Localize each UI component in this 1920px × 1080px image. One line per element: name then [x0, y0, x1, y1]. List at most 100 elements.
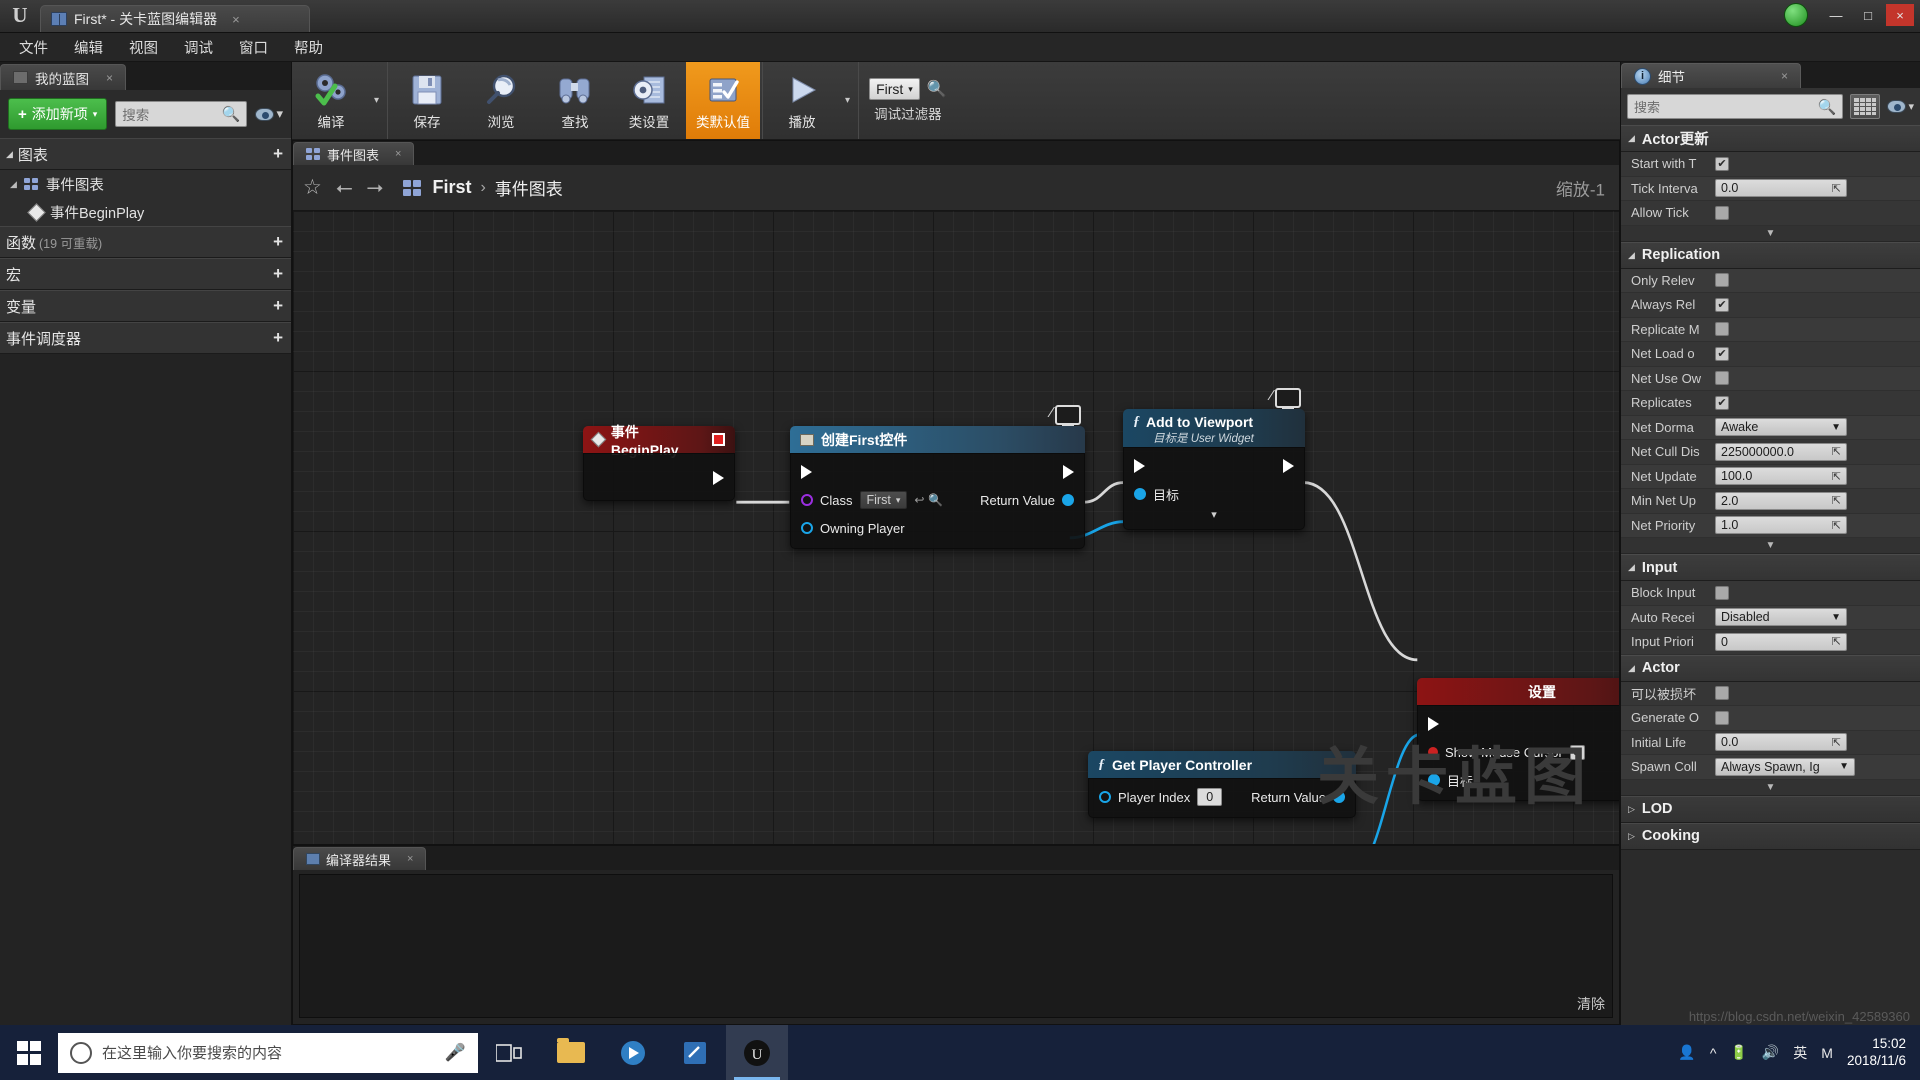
window-close-button[interactable]: ×: [1886, 4, 1914, 26]
menu-item-view[interactable]: 视图: [116, 33, 171, 62]
property-net-use-owner-relevancy[interactable]: Net Use Ow: [1621, 366, 1920, 391]
property-start-with-tick[interactable]: Start with T ✔: [1621, 152, 1920, 177]
checkbox[interactable]: [1715, 322, 1729, 337]
add-macro-button[interactable]: +: [273, 264, 283, 284]
tree-item-event-graph[interactable]: ◢ 事件图表: [0, 170, 291, 198]
spinner-icon[interactable]: ⇱: [1832, 445, 1841, 458]
browse-icon[interactable]: 🔍: [928, 493, 943, 507]
checkbox[interactable]: [1715, 710, 1729, 725]
breadcrumb-root[interactable]: First: [432, 177, 471, 198]
clear-results-button[interactable]: 清除: [1577, 994, 1605, 1014]
property-net-dormancy[interactable]: Net Dorma Awake ▼: [1621, 415, 1920, 440]
number-input[interactable]: 0.0 ⇱: [1715, 733, 1847, 752]
breadcrumb-current[interactable]: 事件图表: [495, 175, 563, 200]
class-settings-button[interactable]: 类设置: [612, 62, 686, 139]
class-pin-icon[interactable]: [801, 494, 813, 506]
checkbox[interactable]: ✔: [1715, 395, 1729, 410]
close-icon[interactable]: ×: [407, 853, 413, 865]
return-value-pin-icon[interactable]: [1062, 494, 1074, 506]
volume-icon[interactable]: 🔊: [1762, 1044, 1779, 1061]
property-replicate-movement[interactable]: Replicate M: [1621, 317, 1920, 342]
property-input-priority[interactable]: Input Priori 0 ⇱: [1621, 630, 1920, 655]
property-net-cull-distance[interactable]: Net Cull Dis 225000000.0 ⇱: [1621, 440, 1920, 465]
player-index-pin-icon[interactable]: [1099, 791, 1111, 803]
ime-icon[interactable]: 英: [1793, 1043, 1807, 1063]
minimize-button[interactable]: —: [1822, 4, 1850, 26]
node-create-first-widget[interactable]: ⁄ 创建First控件 Class First ▾ ↩ 🔍 Return Val…: [790, 404, 1085, 549]
play-button[interactable]: 播放: [765, 62, 839, 139]
menu-item-window[interactable]: 窗口: [226, 33, 281, 62]
spinner-icon[interactable]: ⇱: [1832, 519, 1841, 532]
class-defaults-button[interactable]: 类默认值: [686, 62, 761, 139]
pin-row-class[interactable]: Class First ▾ ↩ 🔍 Return Value: [791, 488, 1084, 512]
clock[interactable]: 15:02 2018/11/6: [1847, 1036, 1906, 1070]
my-blueprint-search-input[interactable]: 搜索 🔍: [115, 101, 248, 127]
tree-section-graphs[interactable]: ◢ 图表 +: [0, 138, 291, 170]
category-actor[interactable]: ◢ Actor: [1621, 654, 1920, 682]
monitor-icon[interactable]: [1055, 405, 1081, 425]
select-input[interactable]: Disabled ▼: [1715, 608, 1847, 627]
property-min-net-update-frequency[interactable]: Min Net Up 2.0 ⇱: [1621, 489, 1920, 514]
add-graph-button[interactable]: +: [273, 144, 283, 164]
details-search-input[interactable]: 搜索 🔍: [1627, 94, 1844, 119]
number-input[interactable]: 2.0 ⇱: [1715, 491, 1847, 510]
media-player-icon[interactable]: [602, 1025, 664, 1080]
tab-compiler-results[interactable]: 编译器结果 ×: [293, 847, 427, 870]
menu-item-file[interactable]: 文件: [6, 33, 61, 62]
add-function-button[interactable]: +: [273, 232, 283, 252]
exec-in-pin[interactable]: [1134, 459, 1145, 473]
arrow-left-icon[interactable]: ⭠: [336, 176, 353, 200]
microphone-icon[interactable]: 🎤: [445, 1043, 466, 1063]
debug-object-select[interactable]: First ▾: [869, 78, 920, 100]
property-block-input[interactable]: Block Input: [1621, 581, 1920, 606]
close-icon[interactable]: ×: [232, 12, 240, 27]
menu-item-edit[interactable]: 编辑: [61, 33, 116, 62]
category-input[interactable]: ◢ Input: [1621, 554, 1920, 581]
monitor-icon[interactable]: [1275, 388, 1301, 408]
property-generate-overlap-events[interactable]: Generate O: [1621, 706, 1920, 731]
property-always-relevant[interactable]: Always Rel ✔: [1621, 293, 1920, 318]
ime-m-icon[interactable]: M: [1821, 1045, 1833, 1061]
task-view-icon[interactable]: [478, 1025, 540, 1080]
property-auto-receive-input[interactable]: Auto Recei Disabled ▼: [1621, 605, 1920, 630]
exec-out-pin[interactable]: [713, 471, 724, 485]
window-title-tab[interactable]: First* - 关卡蓝图编辑器 ×: [40, 5, 310, 32]
tab-my-blueprint[interactable]: 我的蓝图 ×: [0, 64, 127, 90]
chevron-up-icon[interactable]: ^: [1710, 1045, 1717, 1061]
spinner-icon[interactable]: ⇱: [1832, 635, 1841, 648]
property-net-priority[interactable]: Net Priority 1.0 ⇱: [1621, 513, 1920, 538]
close-icon[interactable]: ×: [1781, 69, 1788, 83]
exec-out-pin[interactable]: [1283, 459, 1294, 473]
add-variable-button[interactable]: +: [273, 296, 283, 316]
category-expander[interactable]: ▼: [1621, 225, 1920, 242]
number-input[interactable]: 225000000.0 ⇱: [1715, 442, 1847, 461]
tab-event-graph[interactable]: 事件图表 ×: [293, 142, 415, 165]
property-can-be-damaged[interactable]: 可以被损坏: [1621, 681, 1920, 706]
tree-section-functions[interactable]: 函数 (19 可重载) +: [0, 226, 291, 258]
number-input[interactable]: 0 ⇱: [1715, 632, 1847, 651]
owning-player-pin-icon[interactable]: [801, 522, 813, 534]
select-input[interactable]: Awake ▼: [1715, 418, 1847, 437]
property-only-relevant[interactable]: Only Relev: [1621, 268, 1920, 293]
debug-search-icon[interactable]: 🔍: [927, 79, 947, 99]
checkbox[interactable]: [1715, 205, 1729, 220]
player-index-input[interactable]: 0: [1197, 788, 1223, 806]
pin-row-player-index[interactable]: Player Index 0 Return Value: [1089, 785, 1355, 809]
property-net-load-on-client[interactable]: Net Load o ✔: [1621, 342, 1920, 367]
pin-row-exec[interactable]: [791, 460, 1084, 484]
people-icon[interactable]: 👤: [1678, 1044, 1695, 1061]
find-button[interactable]: 查找: [538, 62, 612, 139]
tab-details[interactable]: i 细节 ×: [1621, 63, 1801, 88]
node-collapse-caret-icon[interactable]: ▾: [1124, 506, 1304, 521]
checkbox[interactable]: [1715, 686, 1729, 701]
add-event-dispatcher-button[interactable]: +: [273, 328, 283, 348]
checkbox[interactable]: ✔: [1715, 156, 1729, 171]
reset-icon[interactable]: ↩: [914, 493, 924, 507]
category-replication[interactable]: ◢ Replication: [1621, 241, 1920, 269]
number-input[interactable]: 0.0 ⇱: [1715, 179, 1847, 198]
class-value-select[interactable]: First ▾: [859, 491, 908, 509]
graph-canvas[interactable]: 事件BeginPlay ⁄ 创建First控件 Class First ▾ ↩ …: [293, 211, 1619, 844]
category-cooking[interactable]: ▷ Cooking: [1621, 822, 1920, 850]
property-allow-tick[interactable]: Allow Tick: [1621, 201, 1920, 226]
checkbox[interactable]: ✔: [1715, 346, 1729, 361]
